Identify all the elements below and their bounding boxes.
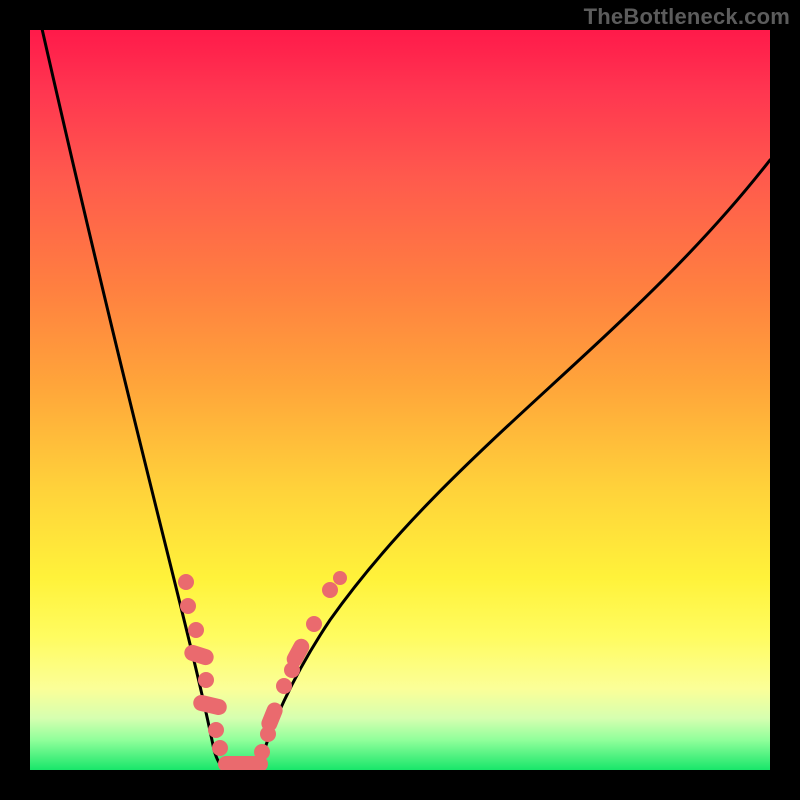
marker-dot <box>333 571 347 585</box>
curve-group <box>40 30 770 770</box>
marker-capsule <box>192 693 229 716</box>
curve-right-branch <box>244 160 770 770</box>
marker-dot <box>322 582 338 598</box>
marker-dot <box>208 722 224 738</box>
marker-dot <box>188 622 204 638</box>
chart-svg <box>30 30 770 770</box>
marker-dot <box>212 740 228 756</box>
marker-group <box>178 571 347 770</box>
marker-dot <box>178 574 194 590</box>
watermark-text: TheBottleneck.com <box>584 4 790 30</box>
marker-dot <box>276 678 292 694</box>
marker-dot <box>180 598 196 614</box>
marker-capsule <box>182 643 215 667</box>
marker-dot <box>198 672 214 688</box>
chart-plot-area <box>30 30 770 770</box>
marker-dot <box>254 744 270 760</box>
marker-dot <box>306 616 322 632</box>
